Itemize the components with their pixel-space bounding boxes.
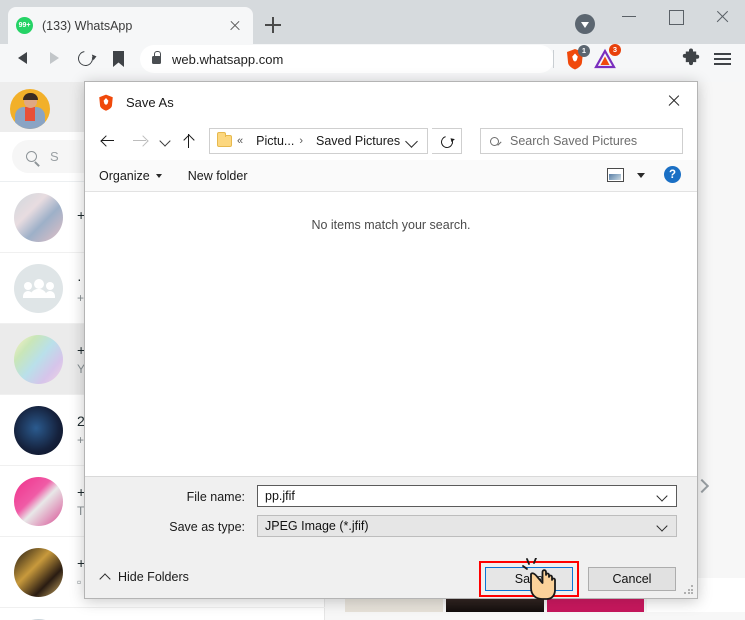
browser-tab-whatsapp[interactable]: 99+ (133) WhatsApp <box>8 7 253 44</box>
avatar <box>14 405 63 455</box>
dialog-close-icon[interactable] <box>651 82 697 118</box>
triangle-extension-icon[interactable]: 3 <box>593 44 621 71</box>
dialog-back-icon[interactable] <box>97 130 121 152</box>
search-icon <box>26 151 37 162</box>
refresh-button[interactable] <box>432 128 462 154</box>
window-minimize-button[interactable] <box>607 0 653 31</box>
chevron-up-icon <box>99 572 111 585</box>
search-placeholder: S <box>50 149 59 164</box>
brave-shield-icon[interactable]: 1 <box>563 45 590 71</box>
tab-close-icon[interactable] <box>225 16 245 36</box>
favicon-badge: 99+ <box>18 22 31 29</box>
view-dropdown-icon[interactable] <box>637 173 645 178</box>
file-list-area[interactable]: No items match your search. <box>85 192 697 477</box>
dialog-forward-icon[interactable] <box>129 130 153 152</box>
avatar <box>14 334 63 384</box>
extensions-puzzle-icon[interactable] <box>680 48 702 70</box>
new-folder-button[interactable]: New folder <box>188 169 248 183</box>
browser-menu-icon[interactable] <box>712 48 734 70</box>
chevron-down-icon[interactable] <box>656 520 668 532</box>
breadcrumb-current[interactable]: Saved Pictures <box>316 134 400 148</box>
url-text: web.whatsapp.com <box>172 51 284 67</box>
save-as-type-value: JPEG Image (*.jfif) <box>265 519 369 533</box>
group-icon <box>22 279 55 298</box>
chevron-down-icon[interactable] <box>656 490 668 502</box>
window-maximize-button[interactable] <box>653 0 699 31</box>
bookmark-icon[interactable] <box>105 46 131 72</box>
chevron-down-icon[interactable] <box>405 134 418 148</box>
dialog-search-placeholder: Search Saved Pictures <box>510 134 638 148</box>
dialog-search-input[interactable]: Search Saved Pictures <box>480 128 683 154</box>
dialog-up-icon[interactable] <box>177 130 201 152</box>
help-icon[interactable]: ? <box>664 166 681 183</box>
chevron-down-icon <box>155 173 162 178</box>
window-close-button[interactable] <box>699 0 745 31</box>
folder-icon <box>217 132 232 147</box>
dialog-form-area: File name: pp.jfif Save as type: JPEG Im… <box>85 477 697 559</box>
save-as-dialog: Save As « Pictu... › Saved Pictures Sear… <box>84 81 698 599</box>
save-as-type-select[interactable]: JPEG Image (*.jfif) <box>257 515 677 537</box>
whatsapp-favicon: 99+ <box>16 17 33 34</box>
dialog-titlebar: Save As <box>85 82 697 122</box>
view-layout-icon[interactable] <box>607 168 624 182</box>
url-bar[interactable]: web.whatsapp.com <box>140 45 554 73</box>
new-folder-label: New folder <box>187 168 248 183</box>
avatar <box>14 192 63 242</box>
refresh-icon <box>438 133 456 151</box>
breadcrumb[interactable]: « Pictu... › Saved Pictures <box>209 128 428 154</box>
profile-avatar[interactable] <box>10 89 50 129</box>
hide-folders-label: Hide Folders <box>118 570 189 584</box>
avatar <box>14 547 63 597</box>
extension-count-badge: 3 <box>609 44 621 56</box>
list-item[interactable] <box>0 608 325 620</box>
resize-grip[interactable] <box>684 585 694 595</box>
avatar <box>14 263 63 313</box>
reload-icon[interactable] <box>73 46 99 72</box>
dialog-footer: Hide Folders Save Cancel <box>85 559 697 598</box>
cancel-button[interactable]: Cancel <box>588 567 676 591</box>
empty-state-message: No items match your search. <box>311 218 471 232</box>
file-name-label: File name: <box>186 490 245 504</box>
file-name-value: pp.jfif <box>265 489 295 503</box>
download-icon[interactable] <box>575 14 595 34</box>
breadcrumb-prefix: « <box>237 135 244 147</box>
back-icon[interactable] <box>10 46 36 72</box>
toolbar-divider <box>553 50 554 68</box>
tab-title: (133) WhatsApp <box>42 18 133 33</box>
search-icon <box>488 134 501 148</box>
organize-button[interactable]: Organize <box>99 169 162 183</box>
breadcrumb-parent[interactable]: Pictu... <box>256 134 294 148</box>
avatar <box>14 476 63 526</box>
brave-lion-icon <box>97 93 115 112</box>
dialog-title: Save As <box>126 94 174 110</box>
new-tab-button[interactable] <box>262 14 284 36</box>
save-button[interactable]: Save <box>485 567 573 591</box>
hide-folders-button[interactable]: Hide Folders <box>99 570 189 585</box>
save-as-type-label: Save as type: <box>169 520 245 534</box>
screenshot-root: 99+ (133) WhatsApp web.whatsapp.com 1 3 … <box>0 0 745 620</box>
file-name-input[interactable]: pp.jfif <box>257 485 677 507</box>
dialog-command-bar: Organize New folder ? <box>85 160 697 192</box>
lock-icon <box>152 51 162 64</box>
shield-count-badge: 1 <box>578 45 590 57</box>
browser-titlebar: 99+ (133) WhatsApp <box>0 0 745 44</box>
forward-icon[interactable] <box>41 46 67 72</box>
recent-locations-chevron-icon[interactable] <box>157 130 175 152</box>
breadcrumb-separator: › <box>299 135 304 147</box>
organize-label: Organize <box>99 168 150 183</box>
